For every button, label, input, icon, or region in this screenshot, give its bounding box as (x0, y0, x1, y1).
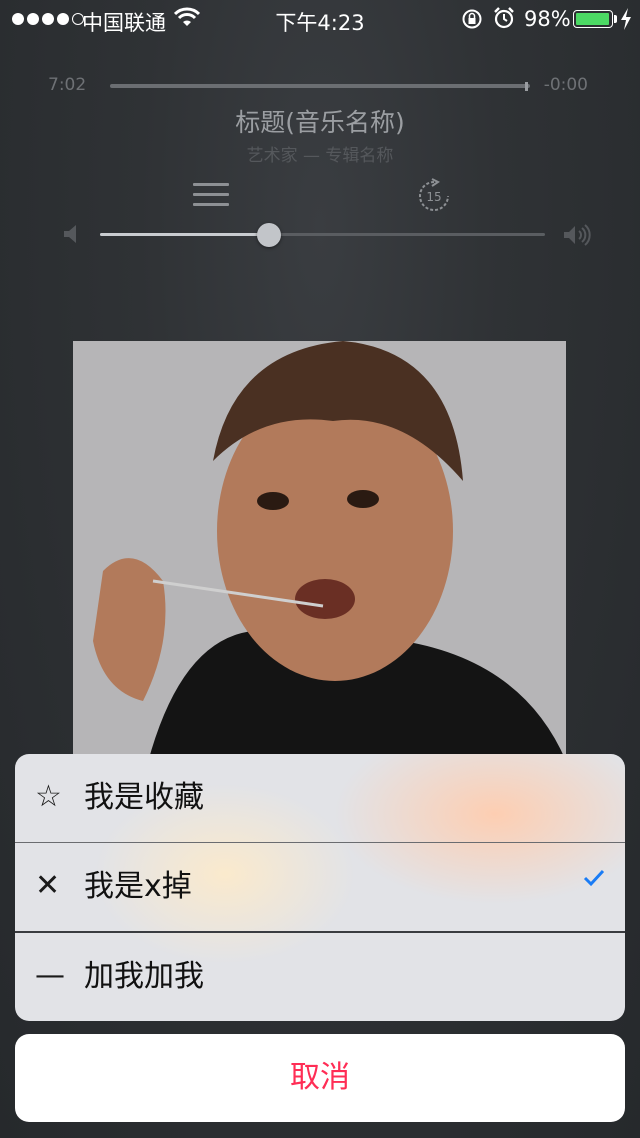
artist-album: 艺术家 — 专辑名称 (246, 146, 394, 166)
action-item-favorite[interactable]: ☆ 我是收藏 (15, 754, 625, 842)
status-bar: 中国联通 下午4:23 98% (0, 0, 640, 40)
minus-icon: — (35, 958, 65, 993)
progress-track[interactable] (110, 84, 530, 88)
skip-back-15-icon[interactable]: 15 (416, 178, 452, 214)
menu-icon[interactable] (193, 183, 229, 207)
cancel-button[interactable]: 取消 (15, 1034, 625, 1122)
checkmark-icon (581, 865, 607, 895)
battery-fill (576, 13, 610, 25)
action-item-label: 我是收藏 (84, 780, 204, 815)
action-item-label: 加我加我 (84, 959, 204, 994)
skip-seconds-label: 15 (426, 190, 441, 204)
alarm-icon (492, 6, 516, 35)
elapsed-time: 7:02 (48, 75, 87, 95)
remaining-time: -0:00 (543, 75, 588, 95)
battery-icon (573, 10, 613, 28)
action-sheet: ☆ 我是收藏 ✕ 我是x掉 — 加我加我 (15, 754, 625, 1021)
charging-bolt-icon (620, 8, 632, 35)
action-item-remove[interactable]: ✕ 我是x掉 (15, 843, 625, 931)
action-item-label: 我是x掉 (84, 869, 192, 904)
song-title: 标题(音乐名称) (235, 108, 405, 137)
close-icon: ✕ (35, 868, 61, 903)
playback-progress[interactable]: 7:02 -0:00 (0, 75, 640, 95)
progress-handle[interactable] (525, 82, 528, 91)
volume-control[interactable] (0, 220, 640, 250)
volume-fill (100, 233, 269, 236)
volume-low-icon (62, 223, 82, 249)
battery-percent: 98% (524, 7, 571, 31)
battery-tip (614, 15, 617, 23)
rotation-lock-icon (461, 8, 483, 35)
volume-high-icon (562, 223, 594, 251)
star-outline-icon: ☆ (35, 779, 62, 814)
action-item-add[interactable]: — 加我加我 (15, 933, 625, 1021)
volume-knob[interactable] (257, 223, 281, 247)
